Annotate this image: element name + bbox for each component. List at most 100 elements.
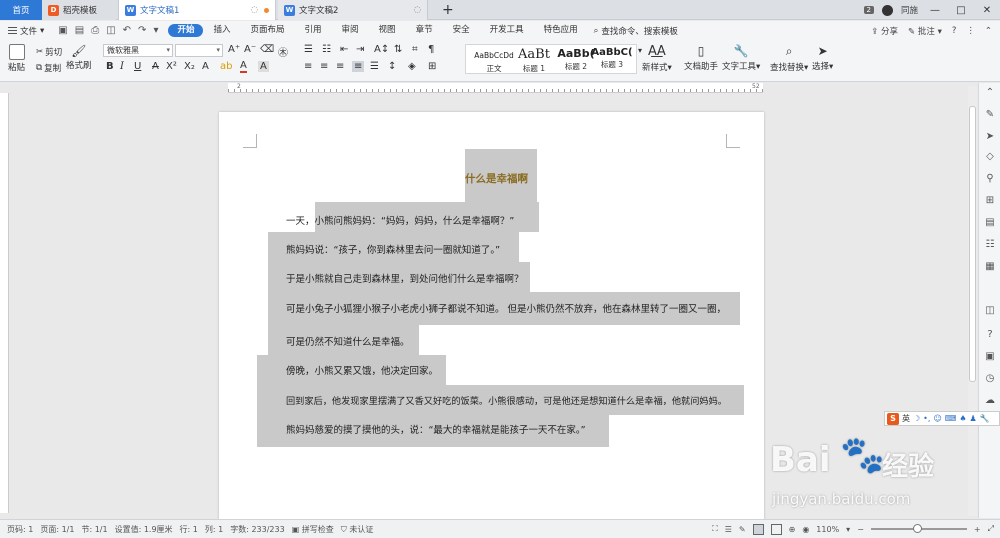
- help-icon[interactable]: ?: [984, 329, 996, 341]
- show-marks-icon[interactable]: ⌗: [412, 44, 418, 55]
- skin-icon[interactable]: ♠: [959, 414, 966, 423]
- collapse-ribbon-icon[interactable]: ⌃: [985, 26, 992, 36]
- doc-paragraph[interactable]: 傍晚，小熊又累又饿，他决定回家。: [286, 363, 438, 377]
- status-row[interactable]: 行: 1: [180, 524, 198, 535]
- phonetic-icon[interactable]: ㊍: [278, 44, 288, 59]
- zoom-in-button[interactable]: +: [974, 525, 981, 534]
- cloud-icon[interactable]: ◌: [251, 5, 258, 15]
- close-button[interactable]: ✕: [978, 5, 996, 16]
- justify-icon[interactable]: ≡: [352, 61, 365, 72]
- shirt-icon[interactable]: ♟: [970, 414, 977, 423]
- italic-icon[interactable]: I: [120, 61, 124, 72]
- minimize-button[interactable]: —: [926, 5, 944, 16]
- status-word-count[interactable]: 字数: 233/233: [230, 524, 284, 535]
- tab-chapter[interactable]: 章节: [406, 21, 443, 40]
- tab-review[interactable]: 审阅: [332, 21, 369, 40]
- distribute-icon[interactable]: ☰: [370, 61, 379, 72]
- style-heading3[interactable]: AaBbC( 标题 3: [588, 45, 636, 73]
- chinese-layout-icon[interactable]: A↕: [374, 44, 389, 55]
- zoom-slider-knob[interactable]: [912, 524, 922, 533]
- doc-paragraph[interactable]: 可是小兔子小狐狸小猴子小老虎小狮子都说不知道。 但是小熊仍然不放弃，他在森林里转…: [286, 301, 726, 315]
- file-menu[interactable]: 文件 ▾: [8, 25, 44, 37]
- font-color-icon[interactable]: A: [240, 61, 247, 73]
- spell-check-button[interactable]: ▣ 拼写检查: [292, 524, 334, 535]
- tab-start[interactable]: 开始: [168, 24, 204, 37]
- collapse-pane-icon[interactable]: ⌃: [984, 87, 996, 99]
- subscript-icon[interactable]: X₂: [184, 61, 195, 72]
- font-size-select[interactable]: [175, 44, 223, 57]
- tab-featured[interactable]: 特色应用: [534, 21, 588, 40]
- doc-assistant-button[interactable]: ▯ 文档助手: [684, 44, 718, 72]
- ime-toolbar[interactable]: S 英 ☽ •, ☺ ⌨ ♠ ♟ 🔧: [884, 411, 1000, 426]
- web-view-icon[interactable]: ⊕: [789, 525, 796, 534]
- backup-icon[interactable]: ◫: [984, 305, 996, 317]
- zoom-level[interactable]: 110%: [816, 525, 839, 534]
- doc-title[interactable]: 什么是幸福啊: [465, 171, 528, 186]
- help-button[interactable]: ?: [952, 26, 957, 36]
- outline-view-icon[interactable]: ☰: [725, 525, 732, 534]
- align-center-icon[interactable]: ≡: [320, 61, 328, 72]
- align-right-icon[interactable]: ≡: [336, 61, 344, 72]
- user-name[interactable]: 同施: [901, 4, 918, 16]
- doc-paragraph[interactable]: 熊妈妈慈爱的摸了摸他的头，说：“最大的幸福就是能孩子一天不在家。”: [286, 422, 586, 436]
- decrease-indent-icon[interactable]: ⇤: [340, 44, 348, 55]
- doc-paragraph[interactable]: 熊妈妈说：“孩子，你到森林里去问一圈就知道了。”: [286, 242, 500, 256]
- superscript-icon[interactable]: X²: [166, 61, 177, 72]
- tab-insert[interactable]: 插入: [203, 21, 240, 40]
- comment-button[interactable]: ✎ 批注 ▾: [908, 25, 942, 37]
- format-painter-button[interactable]: 🖌 格式刷: [66, 44, 92, 71]
- redo-icon[interactable]: ↷: [138, 25, 146, 36]
- copy-button[interactable]: ⧉ 复制: [36, 62, 61, 74]
- bold-icon[interactable]: B: [106, 61, 114, 72]
- bullet-list-icon[interactable]: ☰: [304, 44, 313, 55]
- char-shading-icon[interactable]: A: [258, 61, 269, 72]
- reading-mode-icon[interactable]: ✎: [739, 525, 746, 534]
- tab-page-layout[interactable]: 页面布局: [241, 21, 295, 40]
- image-icon[interactable]: ▣: [984, 351, 996, 363]
- more-chevron-icon[interactable]: ▾: [153, 25, 158, 36]
- increase-indent-icon[interactable]: ⇥: [356, 44, 364, 55]
- outline-icon[interactable]: [770, 523, 782, 535]
- page-view-icon[interactable]: [752, 523, 764, 535]
- line-spacing-icon[interactable]: ↕: [388, 61, 396, 72]
- command-search[interactable]: ⌕ 查找命令、搜索模板: [594, 25, 678, 37]
- status-col[interactable]: 列: 1: [205, 524, 223, 535]
- style-icon[interactable]: ⚲: [984, 173, 996, 185]
- export-pdf-icon[interactable]: ▤: [75, 25, 84, 36]
- tab-developer[interactable]: 开发工具: [480, 21, 534, 40]
- punctuation-icon[interactable]: •,: [923, 414, 930, 423]
- document-page[interactable]: 什么是幸福啊 一天，小熊问熊妈妈：“妈妈，妈妈，什么是幸福啊？” 熊妈妈说：“孩…: [219, 112, 764, 522]
- new-style-button[interactable]: A͟A 新样式▾: [642, 44, 672, 73]
- strikethrough-icon[interactable]: A: [152, 61, 159, 72]
- scrollbar-thumb[interactable]: [969, 106, 976, 382]
- shading-icon[interactable]: ◈: [408, 61, 416, 72]
- doc-paragraph[interactable]: 一天，小熊问熊妈妈：“妈妈，妈妈，什么是幸福啊？”: [286, 213, 514, 227]
- keyboard-icon[interactable]: ⌨: [945, 414, 957, 423]
- eye-protect-icon[interactable]: ◉: [802, 525, 809, 534]
- tab-doc1[interactable]: W 文字文稿1 ◌: [118, 0, 276, 20]
- tab-security[interactable]: 安全: [443, 21, 480, 40]
- expand-icon[interactable]: ⤢: [988, 524, 994, 534]
- doc-paragraph[interactable]: 可是仍然不知道什么是幸福。: [286, 334, 410, 348]
- border-icon[interactable]: ⊞: [428, 61, 436, 72]
- avatar[interactable]: [881, 4, 893, 16]
- certification-status[interactable]: ⛉ 未认证: [341, 524, 374, 535]
- highlight-icon[interactable]: ab: [220, 61, 232, 72]
- window-count-badge[interactable]: 2: [863, 6, 874, 14]
- tab-view[interactable]: 视图: [369, 21, 406, 40]
- history-icon[interactable]: ◷: [984, 373, 996, 385]
- table-icon[interactable]: ⊞: [984, 195, 996, 207]
- align-left-icon[interactable]: ≡: [304, 61, 312, 72]
- print-icon[interactable]: ⎙: [91, 25, 99, 36]
- shrink-font-icon[interactable]: A⁻: [244, 44, 256, 55]
- doc-paragraph[interactable]: 回到家后，他发现家里摆满了又香又好吃的饭菜。小熊很感动，可是他还是想知道什么是幸…: [286, 393, 727, 407]
- moon-icon[interactable]: ☽: [913, 414, 920, 423]
- grow-font-icon[interactable]: A⁺: [228, 44, 240, 55]
- format-icon[interactable]: ☷: [984, 239, 996, 251]
- maximize-button[interactable]: □: [952, 5, 970, 16]
- undo-icon[interactable]: ↶: [123, 25, 131, 36]
- shapes-icon[interactable]: ◇: [984, 151, 996, 163]
- underline-icon[interactable]: U: [134, 61, 141, 72]
- cloud-icon[interactable]: ◌: [414, 5, 421, 15]
- zoom-out-button[interactable]: −: [857, 525, 864, 534]
